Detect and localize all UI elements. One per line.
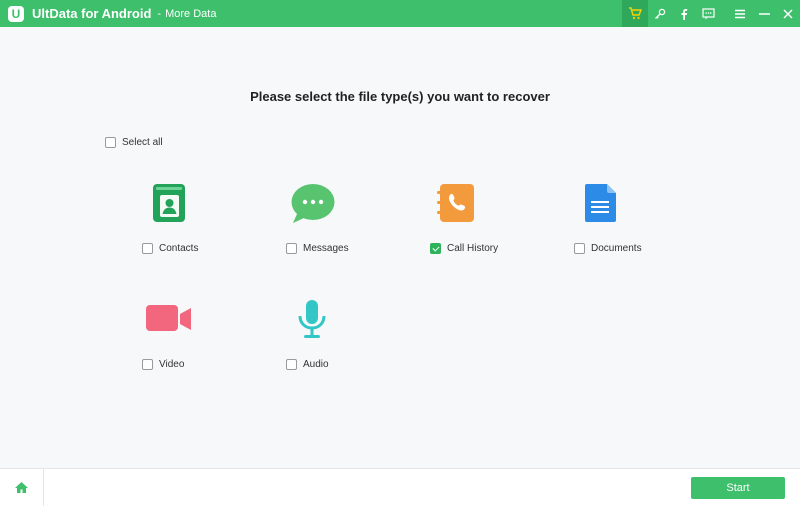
feedback-icon[interactable]: [696, 0, 720, 27]
video-label: Video: [159, 359, 185, 370]
messages-icon: [291, 184, 335, 223]
video-checkbox-box[interactable]: [142, 359, 153, 370]
key-icon[interactable]: [648, 0, 672, 27]
select-all-checkbox[interactable]: Select all: [105, 137, 163, 148]
video-checkbox[interactable]: Video: [142, 359, 184, 370]
section-title: More Data: [165, 7, 217, 20]
page-title: Please select the file type(s) you want …: [250, 89, 550, 104]
title-bar: U UltData for Android - More Data: [0, 0, 800, 27]
call-history-checkbox-box[interactable]: [430, 243, 441, 254]
call-history-label: Call History: [447, 243, 499, 254]
titlebar-spacer: [720, 0, 728, 27]
contacts-checkbox-box[interactable]: [142, 243, 153, 254]
audio-checkbox[interactable]: Audio: [286, 359, 329, 370]
home-button[interactable]: [0, 469, 44, 506]
app-logo: U: [8, 5, 24, 22]
video-icon: [146, 305, 191, 331]
app-title: UltData for Android: [32, 6, 152, 21]
home-icon: [15, 482, 28, 493]
documents-checkbox-box[interactable]: [574, 243, 585, 254]
messages-checkbox-box[interactable]: [286, 243, 297, 254]
titlebar-controls: [622, 0, 800, 27]
audio-checkbox-box[interactable]: [286, 359, 297, 370]
contacts-checkbox[interactable]: Contacts: [142, 243, 198, 254]
call-history-checkbox[interactable]: Call History: [430, 243, 498, 254]
call-history-icon: [437, 184, 474, 222]
contacts-icon: [153, 184, 185, 222]
documents-icon: [585, 184, 616, 222]
messages-label: Messages: [303, 243, 349, 254]
contacts-label: Contacts: [159, 243, 199, 254]
facebook-icon[interactable]: [672, 0, 696, 27]
start-button[interactable]: Start: [691, 477, 785, 499]
title-separator: -: [157, 7, 162, 20]
bottom-bar: Start: [0, 468, 800, 506]
documents-label: Documents: [591, 243, 642, 254]
close-icon[interactable]: [776, 0, 800, 27]
minimize-icon[interactable]: [752, 0, 776, 27]
audio-icon: [298, 300, 326, 338]
documents-checkbox[interactable]: Documents: [574, 243, 642, 254]
audio-label: Audio: [303, 359, 329, 370]
select-all-checkbox-box[interactable]: [105, 137, 116, 148]
select-all-label: Select all: [122, 137, 163, 148]
cart-icon[interactable]: [622, 0, 648, 27]
messages-checkbox[interactable]: Messages: [286, 243, 349, 254]
menu-icon[interactable]: [728, 0, 752, 27]
